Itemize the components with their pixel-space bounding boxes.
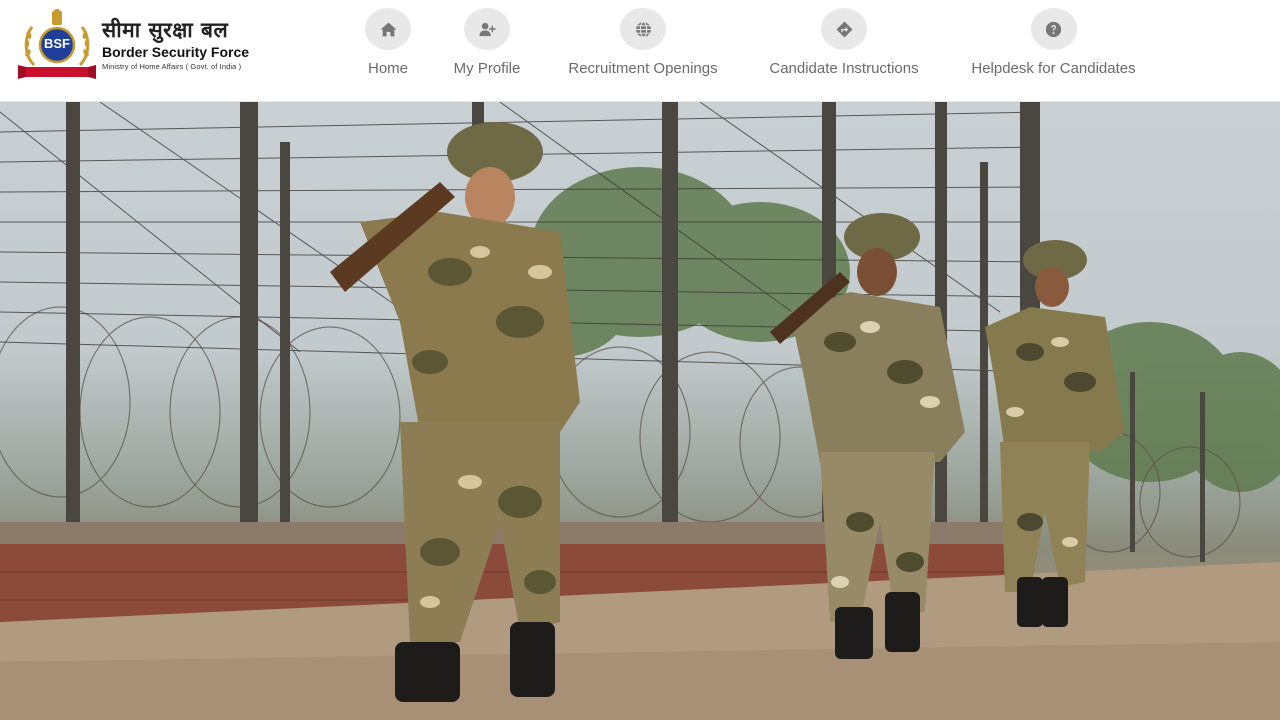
nav-label-my-profile: My Profile <box>453 60 521 77</box>
nav-item-recruitment-openings[interactable]: Recruitment Openings <box>561 8 725 88</box>
nav-label-helpdesk: Helpdesk for Candidates <box>971 60 1136 77</box>
nav-item-home[interactable]: Home <box>360 8 416 88</box>
nav-label-candidate-instructions: Candidate Instructions <box>769 60 919 77</box>
hero-photo <box>0 102 1280 720</box>
nav-item-my-profile[interactable]: My Profile <box>448 8 526 88</box>
hero-banner <box>0 102 1280 720</box>
user-plus-icon <box>464 8 510 50</box>
site-header: BSF सीमा सुरक्षा बल Border Security Forc… <box>0 0 1280 102</box>
nav-label-recruitment-openings: Recruitment Openings <box>568 60 718 77</box>
directions-icon <box>821 8 867 50</box>
home-icon <box>365 8 411 50</box>
globe-icon <box>620 8 666 50</box>
nav-item-helpdesk[interactable]: Helpdesk for Candidates <box>962 8 1145 88</box>
nav-label-home: Home <box>367 60 408 77</box>
question-icon <box>1030 8 1077 50</box>
main-nav: Home My Profile Recruitment Openings Can… <box>0 0 1280 100</box>
nav-item-candidate-instructions[interactable]: Candidate Instructions <box>760 8 928 88</box>
